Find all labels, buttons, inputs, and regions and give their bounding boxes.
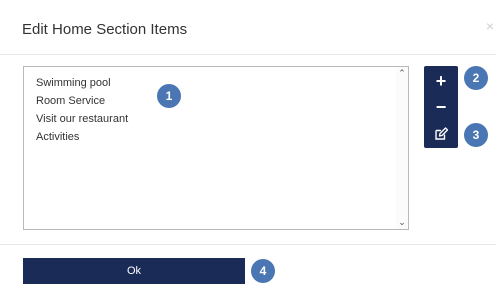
section-items-listbox[interactable]: Swimming pool Room Service Visit our res… (23, 66, 409, 230)
remove-item-button[interactable]: − (424, 94, 458, 120)
list-item[interactable]: Activities (36, 128, 128, 146)
footer-divider (0, 244, 496, 245)
dialog-title: Edit Home Section Items (22, 21, 188, 38)
dialog-header: Edit Home Section Items × (0, 0, 496, 55)
close-icon[interactable]: × (486, 18, 494, 34)
list-item[interactable]: Swimming pool (36, 74, 128, 92)
edit-icon (434, 126, 448, 140)
list-item[interactable]: Room Service (36, 92, 128, 110)
scroll-up-icon[interactable]: ⌃ (397, 68, 407, 79)
plus-icon: + (435, 70, 447, 91)
callout-badge-4: 4 (251, 259, 275, 283)
list-item[interactable]: Visit our restaurant (36, 110, 128, 128)
callout-badge-1: 1 (157, 84, 181, 108)
scroll-down-icon[interactable]: ⌄ (397, 217, 407, 228)
ok-button[interactable]: Ok (23, 258, 245, 284)
item-toolbar: + − (424, 66, 458, 148)
edit-item-button[interactable] (424, 120, 458, 146)
items-list: Swimming pool Room Service Visit our res… (36, 74, 128, 146)
add-item-button[interactable]: + (424, 68, 458, 94)
callout-badge-3: 3 (464, 123, 488, 147)
listbox-scrollbar[interactable]: ⌃ ⌄ (396, 67, 408, 229)
minus-icon: − (435, 96, 447, 117)
callout-badge-2: 2 (464, 66, 488, 90)
